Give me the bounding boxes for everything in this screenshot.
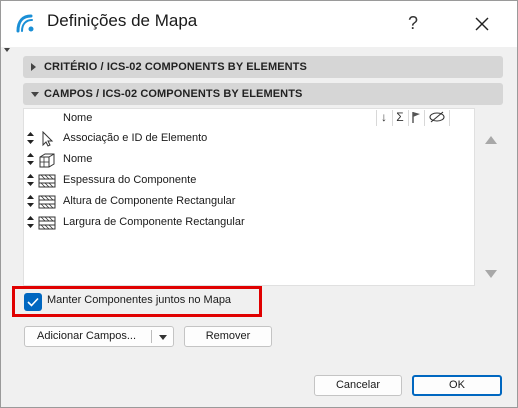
sum-column-header[interactable]: Σ [392, 110, 407, 126]
sort-column-header[interactable]: ↓ [376, 110, 391, 126]
help-button[interactable]: ? [401, 11, 425, 35]
keep-together-checkbox[interactable] [24, 293, 42, 311]
ok-button[interactable]: OK [412, 375, 502, 396]
expand-right-icon [31, 63, 36, 71]
reorder-arrows-icon[interactable] [27, 174, 34, 186]
remove-button[interactable]: Remover [184, 326, 272, 347]
add-fields-label: Adicionar Campos... [37, 330, 137, 342]
add-fields-button[interactable]: Adicionar Campos... [24, 326, 174, 347]
composite-hatch-icon [38, 216, 56, 230]
list-item[interactable]: Espessura do Componente [24, 171, 474, 191]
list-item-label: Associação e ID de Elemento [63, 132, 208, 144]
keep-together-label[interactable]: Manter Componentes juntos no Mapa [47, 294, 231, 306]
flag-column-header[interactable] [408, 110, 423, 126]
fields-list: Nome ↓ Σ Associação e ID de Elemento Nom… [23, 108, 475, 286]
chevron-down-icon[interactable] [159, 335, 167, 340]
list-item[interactable]: Associação e ID de Elemento [24, 129, 474, 149]
reorder-arrows-icon[interactable] [27, 216, 34, 228]
collapse-marker-icon [4, 48, 10, 52]
pointer-arrow-icon [42, 131, 54, 147]
list-item[interactable]: Altura de Componente Rectangular [24, 192, 474, 212]
close-icon[interactable] [467, 10, 497, 38]
split-divider [151, 330, 152, 343]
scroll-up-arrow-icon[interactable] [485, 136, 497, 144]
checkmark-icon [27, 297, 39, 307]
fields-section-header[interactable]: CAMPOS / ICS-02 COMPONENTS BY ELEMENTS [23, 83, 503, 105]
reorder-arrows-icon[interactable] [27, 153, 34, 165]
dialog-title: Definições de Mapa [47, 11, 198, 30]
composite-hatch-icon [38, 195, 56, 209]
list-item-label: Espessura do Componente [63, 174, 197, 186]
criteria-section-label: CRITÉRIO / ICS-02 COMPONENTS BY ELEMENTS [44, 61, 307, 73]
list-item-label: Largura de Componente Rectangular [63, 216, 245, 228]
archicad-logo-icon [16, 14, 34, 33]
list-item[interactable]: Largura de Componente Rectangular [24, 213, 474, 233]
list-item-label: Altura de Componente Rectangular [63, 195, 236, 207]
criteria-section-header[interactable]: CRITÉRIO / ICS-02 COMPONENTS BY ELEMENTS [23, 56, 503, 78]
list-item-label: Nome [63, 153, 93, 165]
column-header-name[interactable]: Nome [63, 112, 92, 124]
title-bar: Definições de Mapa ? [1, 1, 517, 47]
cancel-button[interactable]: Cancelar [314, 375, 402, 396]
collapse-down-icon [31, 92, 39, 97]
list-header: Nome ↓ Σ [24, 109, 474, 127]
map-settings-dialog: Definições de Mapa ? CRITÉRIO / ICS-02 C… [0, 0, 518, 408]
visibility-column-header[interactable] [424, 110, 450, 126]
composite-hatch-icon [38, 174, 56, 188]
reorder-arrows-icon[interactable] [27, 195, 34, 207]
scroll-down-arrow-icon[interactable] [485, 270, 497, 278]
eye-hidden-icon [429, 111, 445, 123]
fields-section-label: CAMPOS / ICS-02 COMPONENTS BY ELEMENTS [44, 88, 303, 100]
reorder-arrows-icon[interactable] [27, 132, 34, 144]
flag-icon [412, 112, 420, 123]
building-element-icon [39, 153, 55, 168]
list-item[interactable]: Nome [24, 150, 474, 170]
